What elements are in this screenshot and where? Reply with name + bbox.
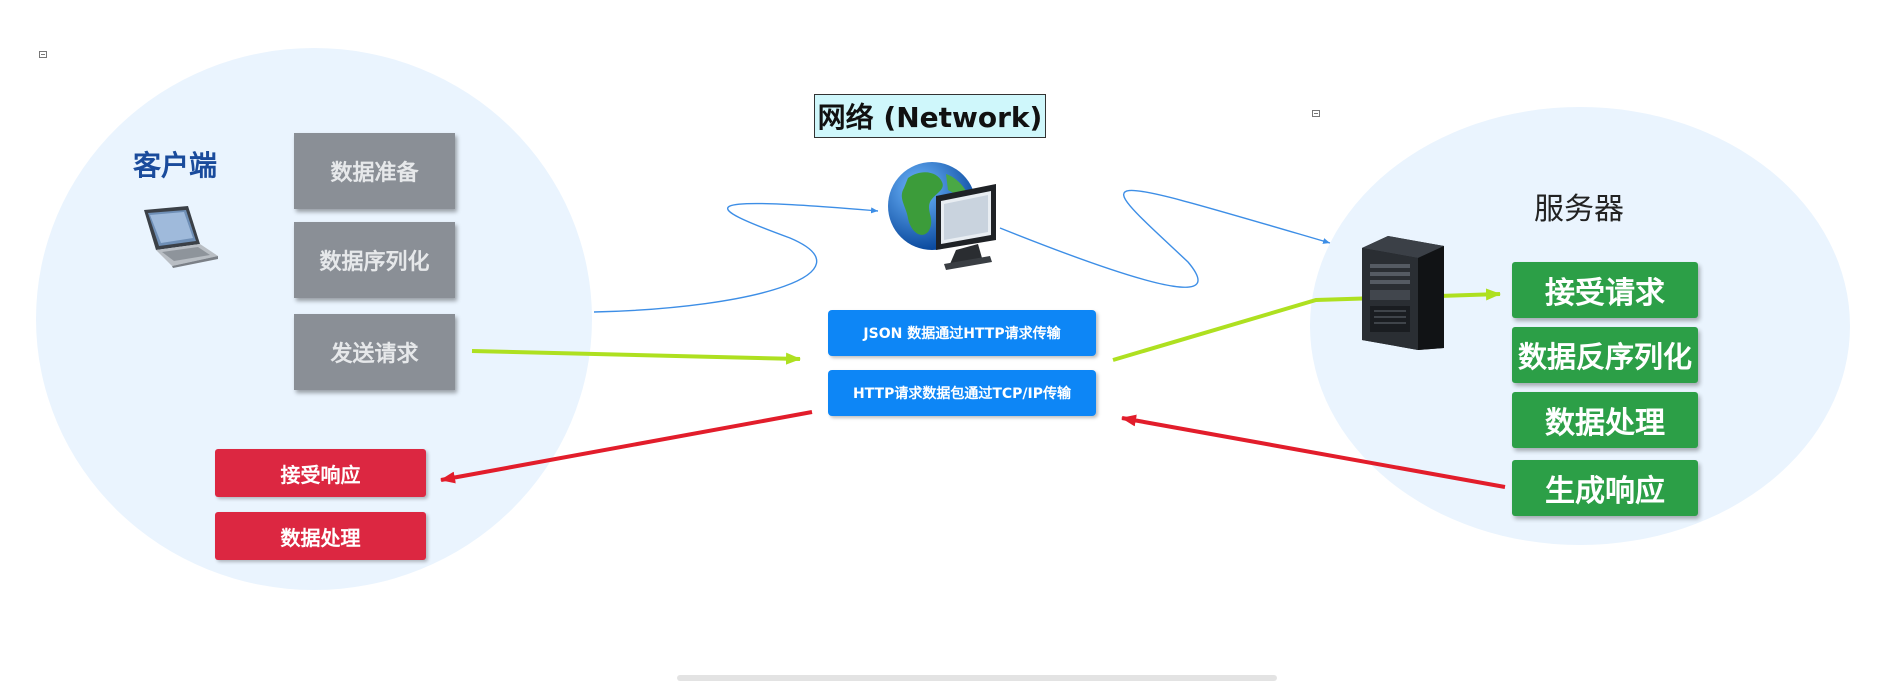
network-title: 网络 (Network) xyxy=(814,94,1046,138)
network-curve-server xyxy=(999,189,1331,288)
response-arrow-server xyxy=(1121,414,1506,489)
transport-json-http: JSON 数据通过HTTP请求传输 xyxy=(828,310,1096,356)
client-title: 客户端 xyxy=(133,149,218,182)
client-step-receive-response: 接受响应 xyxy=(215,449,426,497)
server-title: 服务器 xyxy=(1534,192,1624,227)
client-step-send-request: 发送请求 xyxy=(294,314,455,390)
globe-computer-icon xyxy=(888,162,996,270)
client-step-process-data: 数据处理 xyxy=(215,512,426,560)
server-step-process-data: 数据处理 xyxy=(1512,392,1698,448)
server-tower-icon xyxy=(1362,236,1444,350)
server-step-generate-response: 生成响应 xyxy=(1512,460,1698,516)
client-step-serialize: 数据序列化 xyxy=(294,222,455,298)
client-step-prepare-data: 数据准备 xyxy=(294,133,455,209)
horizontal-scrollbar[interactable] xyxy=(677,675,1277,681)
server-step-deserialize: 数据反序列化 xyxy=(1512,327,1698,383)
network-curve-client xyxy=(593,202,879,313)
response-arrow-client xyxy=(440,410,813,484)
request-arrow-client xyxy=(471,349,801,365)
transport-http-tcpip: HTTP请求数据包通过TCP/IP传输 xyxy=(828,370,1096,416)
server-step-receive-request: 接受请求 xyxy=(1512,262,1698,318)
laptop-icon xyxy=(144,206,218,268)
